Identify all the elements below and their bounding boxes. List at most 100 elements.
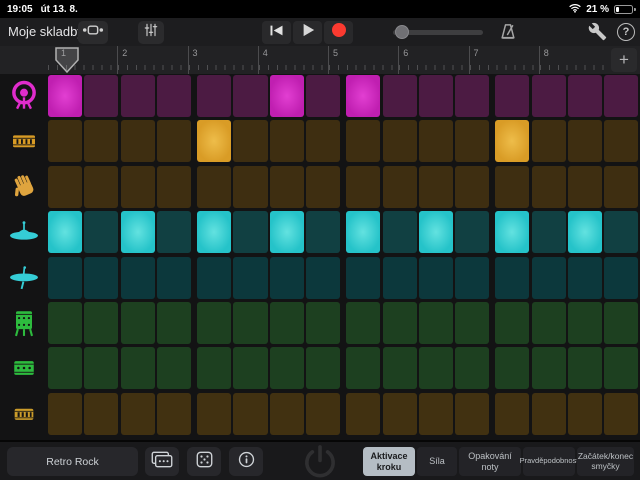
- help-button[interactable]: ?: [617, 23, 635, 41]
- step-cell-tom-8[interactable]: [306, 347, 340, 389]
- step-cell-kick-8[interactable]: [306, 75, 340, 117]
- step-cell-hihat-14[interactable]: [532, 211, 566, 253]
- step-cell-tom-9[interactable]: [346, 347, 380, 389]
- record-button[interactable]: [324, 21, 353, 44]
- step-cell-kick-12[interactable]: [455, 75, 489, 117]
- step-cell-clap-1[interactable]: [48, 166, 82, 208]
- step-cell-cymbal-11[interactable]: [419, 257, 453, 299]
- step-cell-clap-12[interactable]: [455, 166, 489, 208]
- step-cell-snare-13[interactable]: [495, 120, 529, 162]
- step-cell-snare-6[interactable]: [233, 120, 267, 162]
- playhead[interactable]: [55, 47, 79, 78]
- power-button[interactable]: [301, 443, 339, 480]
- step-cell-tom-12[interactable]: [455, 347, 489, 389]
- step-cell-snare-9[interactable]: [346, 120, 380, 162]
- kit-browser-button[interactable]: [145, 447, 179, 476]
- kick-drum-icon[interactable]: [0, 75, 48, 117]
- step-cell-tom-16[interactable]: [604, 347, 638, 389]
- step-cell-snare-3[interactable]: [121, 120, 155, 162]
- step-cell-cymbal-12[interactable]: [455, 257, 489, 299]
- step-cell-tom-5[interactable]: [197, 347, 231, 389]
- step-cell-hihat-13[interactable]: [495, 211, 529, 253]
- step-cell-floor-tom-10[interactable]: [383, 302, 417, 344]
- add-bars-button[interactable]: +: [611, 48, 637, 72]
- step-cell-tom-6[interactable]: [233, 347, 267, 389]
- step-cell-clap-3[interactable]: [121, 166, 155, 208]
- my-songs-button[interactable]: Moje skladby: [8, 24, 84, 39]
- step-cell-floor-tom-8[interactable]: [306, 302, 340, 344]
- step-cell-snare-14[interactable]: [532, 120, 566, 162]
- step-cell-low-tom-1[interactable]: [48, 393, 82, 435]
- step-cell-hihat-3[interactable]: [121, 211, 155, 253]
- tom-icon[interactable]: [0, 347, 48, 389]
- step-cell-hihat-11[interactable]: [419, 211, 453, 253]
- step-cell-kick-9[interactable]: [346, 75, 380, 117]
- step-cell-hihat-16[interactable]: [604, 211, 638, 253]
- settings-wrench-button[interactable]: [588, 22, 607, 46]
- step-cell-cymbal-10[interactable]: [383, 257, 417, 299]
- rewind-button[interactable]: [262, 21, 291, 44]
- step-cell-snare-11[interactable]: [419, 120, 453, 162]
- step-cell-cymbal-6[interactable]: [233, 257, 267, 299]
- step-cell-cymbal-3[interactable]: [121, 257, 155, 299]
- step-cell-low-tom-9[interactable]: [346, 393, 380, 435]
- play-button[interactable]: [293, 21, 322, 44]
- step-cell-hihat-7[interactable]: [270, 211, 304, 253]
- step-cell-clap-2[interactable]: [84, 166, 118, 208]
- step-cell-cymbal-15[interactable]: [568, 257, 602, 299]
- step-cell-low-tom-8[interactable]: [306, 393, 340, 435]
- step-cell-low-tom-13[interactable]: [495, 393, 529, 435]
- step-cell-floor-tom-11[interactable]: [419, 302, 453, 344]
- step-cell-floor-tom-1[interactable]: [48, 302, 82, 344]
- step-cell-clap-16[interactable]: [604, 166, 638, 208]
- pattern-name-button[interactable]: Retro Rock: [7, 447, 138, 476]
- step-cell-snare-8[interactable]: [306, 120, 340, 162]
- step-cell-floor-tom-13[interactable]: [495, 302, 529, 344]
- step-cell-low-tom-12[interactable]: [455, 393, 489, 435]
- step-cell-clap-4[interactable]: [157, 166, 191, 208]
- info-button[interactable]: [229, 447, 263, 476]
- step-cell-kick-10[interactable]: [383, 75, 417, 117]
- step-cell-low-tom-11[interactable]: [419, 393, 453, 435]
- hihat-icon[interactable]: [0, 211, 48, 253]
- step-cell-clap-7[interactable]: [270, 166, 304, 208]
- mode-button-pravdepodobnost[interactable]: Pravděpodobnost: [523, 447, 575, 476]
- step-cell-kick-4[interactable]: [157, 75, 191, 117]
- mixer-button[interactable]: [138, 21, 164, 44]
- step-cell-tom-4[interactable]: [157, 347, 191, 389]
- step-cell-hihat-2[interactable]: [84, 211, 118, 253]
- step-cell-floor-tom-3[interactable]: [121, 302, 155, 344]
- floor-tom-icon[interactable]: [0, 302, 48, 344]
- step-cell-kick-5[interactable]: [197, 75, 231, 117]
- snare-drum-icon[interactable]: [0, 120, 48, 162]
- step-cell-kick-3[interactable]: [121, 75, 155, 117]
- step-cell-cymbal-9[interactable]: [346, 257, 380, 299]
- step-cell-cymbal-7[interactable]: [270, 257, 304, 299]
- step-cell-kick-2[interactable]: [84, 75, 118, 117]
- step-cell-snare-10[interactable]: [383, 120, 417, 162]
- step-cell-floor-tom-9[interactable]: [346, 302, 380, 344]
- step-cell-clap-13[interactable]: [495, 166, 529, 208]
- step-cell-floor-tom-12[interactable]: [455, 302, 489, 344]
- step-cell-floor-tom-5[interactable]: [197, 302, 231, 344]
- mode-button-opakovani-noty[interactable]: Opakování noty: [459, 447, 521, 476]
- step-cell-tom-3[interactable]: [121, 347, 155, 389]
- step-cell-hihat-4[interactable]: [157, 211, 191, 253]
- step-cell-low-tom-6[interactable]: [233, 393, 267, 435]
- step-cell-clap-15[interactable]: [568, 166, 602, 208]
- step-cell-snare-15[interactable]: [568, 120, 602, 162]
- step-cell-clap-9[interactable]: [346, 166, 380, 208]
- step-cell-hihat-8[interactable]: [306, 211, 340, 253]
- step-cell-cymbal-14[interactable]: [532, 257, 566, 299]
- step-cell-floor-tom-2[interactable]: [84, 302, 118, 344]
- step-cell-hihat-10[interactable]: [383, 211, 417, 253]
- step-cell-snare-4[interactable]: [157, 120, 191, 162]
- volume-slider-knob[interactable]: [395, 25, 409, 39]
- step-cell-kick-6[interactable]: [233, 75, 267, 117]
- step-cell-floor-tom-6[interactable]: [233, 302, 267, 344]
- step-cell-kick-13[interactable]: [495, 75, 529, 117]
- step-cell-snare-5[interactable]: [197, 120, 231, 162]
- step-cell-snare-7[interactable]: [270, 120, 304, 162]
- randomize-dice-button[interactable]: [187, 447, 221, 476]
- step-cell-cymbal-16[interactable]: [604, 257, 638, 299]
